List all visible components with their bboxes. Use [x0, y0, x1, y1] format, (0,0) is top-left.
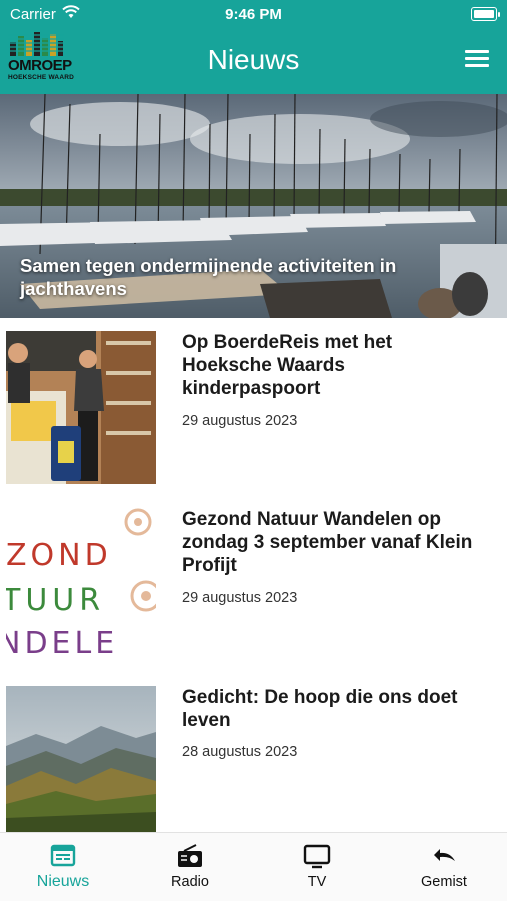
hamburger-menu-icon[interactable]: [465, 50, 489, 68]
status-time: 9:46 PM: [225, 6, 282, 23]
article-thumbnail: [6, 686, 156, 832]
tab-label: TV: [307, 874, 327, 890]
article-thumbnail: ZOND TUUR NDELE: [6, 508, 156, 661]
tab-label: Nieuws: [36, 873, 90, 890]
hero-article-title[interactable]: Samen tegen ondermijnende activiteiten i…: [20, 254, 470, 300]
article-title[interactable]: Gedicht: De hoop die ons doet leven: [182, 686, 482, 732]
article-date: 29 augustus 2023: [182, 590, 298, 606]
bottom-tab-bar: Nieuws Radio TV Gemist: [0, 832, 507, 901]
tab-radio[interactable]: Radio: [127, 833, 253, 901]
app-header: Carrier 9:46 PM OMROEP HOEKSCHE WAARD Ni…: [0, 0, 507, 94]
tab-label: Radio: [171, 874, 209, 890]
tab-tv[interactable]: TV: [254, 833, 380, 901]
tab-gemist[interactable]: Gemist: [381, 833, 507, 901]
tv-icon: [303, 844, 331, 869]
article-list-item[interactable]: Op BoerdeReis met het Hoeksche Waards ki…: [0, 331, 507, 509]
article-title[interactable]: Gezond Natuur Wandelen op zondag 3 septe…: [182, 508, 482, 577]
thumbnail-text-line-1: ZOND: [6, 538, 112, 573]
article-thumbnail: [6, 331, 156, 484]
newspaper-icon: [50, 844, 76, 867]
status-bar: Carrier 9:46 PM: [0, 0, 507, 28]
undo-arrow-icon: [434, 849, 455, 861]
thumbnail-text-line-3: NDELE: [6, 626, 119, 661]
page-title: Nieuws: [207, 44, 300, 75]
thumbnail-text-line-2: TUUR: [6, 583, 106, 618]
battery-icon: [471, 7, 500, 21]
article-date: 29 augustus 2023: [182, 413, 298, 429]
tab-nieuws[interactable]: Nieuws: [0, 833, 126, 901]
article-date: 28 augustus 2023: [182, 744, 298, 760]
hero-article[interactable]: Samen tegen ondermijnende activiteiten i…: [0, 94, 507, 318]
radio-icon: [178, 844, 202, 867]
article-title[interactable]: Op BoerdeReis met het Hoeksche Waards ki…: [182, 331, 482, 400]
tab-label: Gemist: [421, 874, 467, 890]
article-list-item[interactable]: ZOND TUUR NDELE Gezond Natuur Wandelen o…: [0, 508, 507, 686]
